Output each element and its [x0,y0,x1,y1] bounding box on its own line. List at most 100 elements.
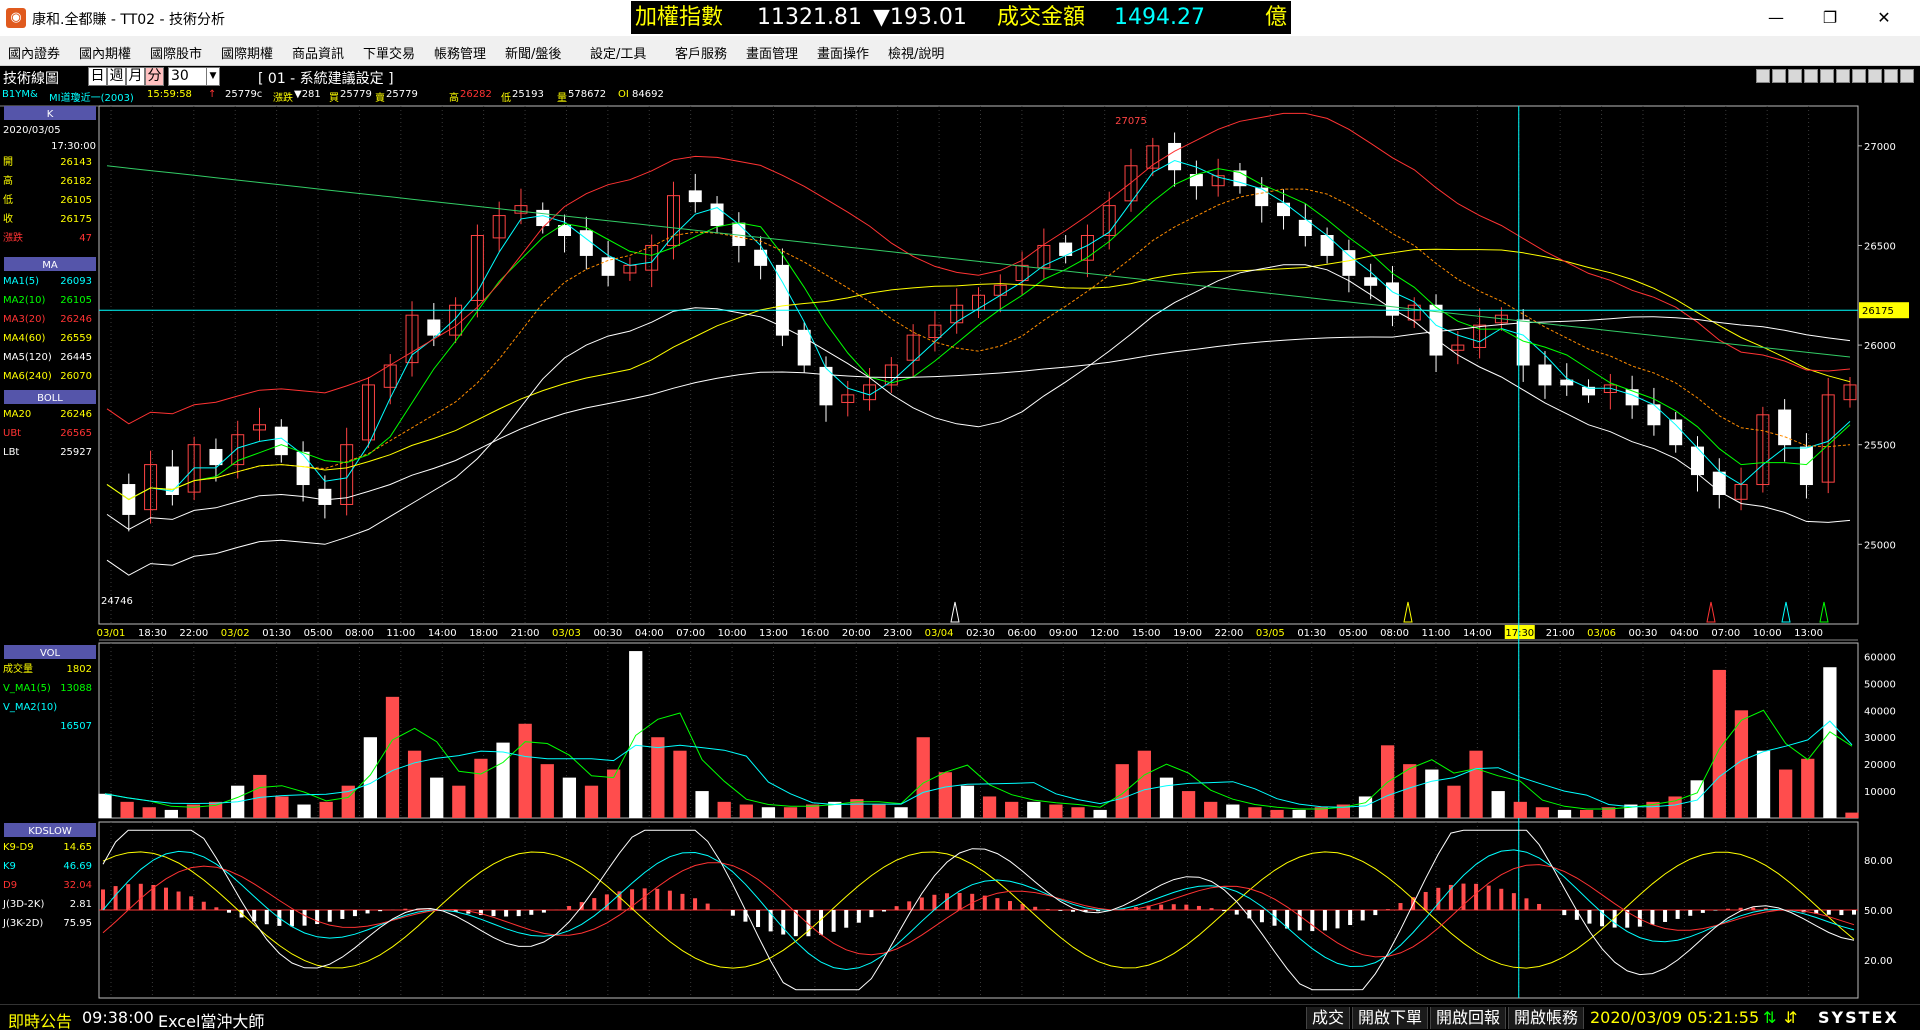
kd-histogram-52 [756,910,761,928]
sidebar-ma-row-value-5: 26070 [60,371,92,382]
signal-marker-2[interactable] [1706,601,1716,623]
kd-histogram-31 [491,910,496,917]
kd-histogram-110 [1486,885,1491,910]
sidebar-vol-row-label-0: 成交量 [3,662,33,675]
brand-logo: SYSTEX [1818,1008,1899,1027]
kd-histogram-87 [1196,905,1201,910]
vol-label-5: 10000 [1864,787,1896,798]
kd-histogram-137 [1826,910,1831,915]
xlabel-5: 05:00 [304,628,333,639]
candle-body-66 [1538,364,1552,386]
kd-histogram-105 [1423,891,1428,910]
volume-bar-42 [1027,801,1041,818]
sidebar-vol-row-label-1: V_MA1(5) [3,683,51,694]
candle-body-78 [1799,446,1813,486]
notice-label[interactable]: 即時公告 [8,1008,72,1030]
xlabel-21: 02:30 [966,628,995,639]
open-account-button[interactable]: 開啟帳務 [1508,1007,1584,1029]
volume-bar-72 [1690,780,1704,818]
signal-marker-0[interactable] [950,601,960,623]
sidebar-ma-row-value-4: 26445 [60,352,92,363]
open-order-button[interactable]: 開啟下單 [1352,1007,1428,1029]
candle-body-5 [209,448,223,466]
xlabel-4: 01:30 [262,628,291,639]
low-annotation: 24746 [101,596,133,607]
sidebar-ma-row-value-3: 26559 [60,333,92,344]
sidebar-k-row-label-0: 開 [3,156,13,168]
kd-histogram-77 [1070,910,1075,912]
kd-histogram-123 [1650,910,1655,925]
signal-marker-1[interactable] [1403,601,1413,623]
volume-bar-27 [695,791,709,818]
sidebar-boll-row-label-2: LBt [3,447,19,458]
kd-histogram-5 [163,887,168,910]
kd-histogram-101 [1373,910,1378,916]
volume-bar-0 [98,793,112,818]
sidebar-vol-row-value-0: 1802 [67,664,92,675]
volume-bar-50 [1204,801,1218,818]
sidebar-kd-row-label-0: K9-D9 [3,842,34,853]
volume-bar-9 [297,804,311,818]
price-label-1: 26500 [1864,241,1896,252]
sidebar-k-row-value-2: 26105 [60,195,92,206]
kd-histogram-35 [541,910,546,913]
xlabel-41: 13:00 [1794,628,1823,639]
xlabel-6: 08:00 [345,628,374,639]
kd-histogram-67 [945,893,950,910]
ma2-line [106,168,1851,501]
notice-text[interactable]: Excel當沖大師 [158,1008,264,1030]
volume-bar-59 [1403,764,1417,818]
kd-histogram-75 [1045,909,1050,910]
xlabel-23: 09:00 [1049,628,1078,639]
signal-marker-4[interactable] [1819,601,1829,623]
connection-icon: ⇅ [1763,1008,1777,1027]
volume-bar-36 [894,807,908,818]
volume-bar-14 [407,750,422,818]
xlabel-15: 10:00 [718,628,747,639]
sidebar-k-row-label-3: 收 [3,212,13,225]
kd-histogram-0 [101,889,105,910]
kd-histogram-102 [1385,909,1390,910]
xlabel-32: 11:00 [1422,628,1451,639]
xlabel-39: 07:00 [1711,628,1740,639]
open-report-button[interactable]: 開啟回報 [1430,1007,1506,1029]
kd-histogram-18 [327,910,332,922]
xlabel-12: 00:30 [593,628,622,639]
xlabel-25: 15:00 [1132,628,1161,639]
xlabel-11: 03/03 [552,628,581,639]
kd-histogram-50 [730,910,735,916]
volume-bar-76 [1779,769,1793,818]
volume-bar-17 [474,758,488,818]
volume-bar-29 [739,804,753,818]
kd-histogram-24 [403,908,408,910]
notice-time: 09:38:00 [82,1008,154,1027]
volume-bar-66 [1557,809,1572,818]
signal-marker-3[interactable] [1781,601,1791,623]
kd-histogram-20 [352,910,357,917]
volume-bar-1 [120,801,134,818]
volume-bar-79 [1845,812,1859,818]
xlabel-35: 21:00 [1546,628,1575,639]
kd-histogram-112 [1511,893,1516,910]
kd-histogram-10 [226,910,231,913]
volume-bar-5 [208,801,223,818]
kd-histogram-71 [995,898,1000,910]
xlabel-34: 17:30 [1505,628,1534,639]
volume-bar-21 [562,777,577,818]
kd-histogram-1 [113,886,118,910]
volume-bar-8 [275,796,289,818]
kd-histogram-106 [1436,887,1441,910]
trades-button[interactable]: 成交 [1306,1007,1350,1029]
kd-histogram-51 [743,910,748,922]
sidebar-kd-row-value-4: 75.95 [63,918,92,929]
chart-canvas[interactable]: 27000 26500 26000 25500 25000 03/01 18:30 22:00… [0,0,1920,1004]
candle-body-33 [819,366,833,406]
sidebar-boll-row-value-1: 26565 [60,428,92,439]
sidebar-boll-row-label-1: UBt [3,428,21,439]
vol-label-4: 20000 [1864,760,1896,771]
sidebar-ma-row-label-1: MA2(10) [3,295,45,306]
candle-body-21 [558,225,572,237]
sidebar-kd-row-label-4: J(3K-2D) [2,918,43,929]
candle-body-58 [1364,277,1378,286]
kd-histogram-39 [592,898,597,910]
